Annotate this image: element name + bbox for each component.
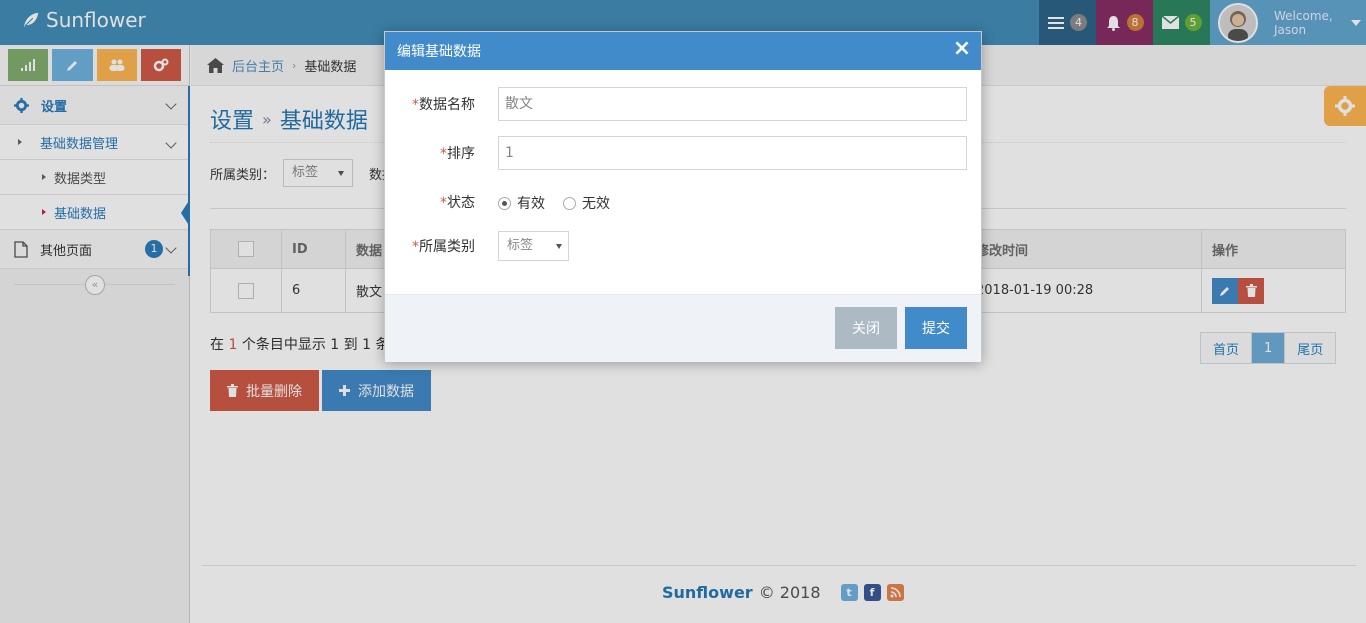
required-mark: * bbox=[412, 239, 419, 255]
category-select-value: 标签 bbox=[507, 238, 534, 253]
form-row-category: *所属类别 标签 bbox=[385, 231, 983, 261]
form-row-status: *状态 有效 无效 bbox=[385, 191, 983, 213]
form-row-name: *数据名称 散文 bbox=[385, 87, 983, 121]
status-invalid-label[interactable]: 无效 bbox=[582, 193, 610, 213]
required-mark: * bbox=[440, 146, 447, 162]
close-icon[interactable]: × bbox=[951, 38, 973, 60]
order-field[interactable]: 1 bbox=[498, 136, 967, 170]
caret-down-icon bbox=[556, 244, 562, 249]
close-button[interactable]: 关闭 bbox=[835, 307, 897, 349]
status-label: 状态 bbox=[447, 195, 475, 211]
edit-basic-data-modal: 编辑基础数据 × *数据名称 散文 *排序 1 *状态 有效 无效 *所属类别 … bbox=[384, 31, 982, 362]
status-valid-radio[interactable] bbox=[498, 196, 511, 210]
modal-footer: 关闭 提交 bbox=[385, 294, 981, 362]
required-mark: * bbox=[440, 195, 447, 211]
order-label: 排序 bbox=[447, 146, 475, 162]
form-row-order: *排序 1 bbox=[385, 136, 983, 170]
category-select[interactable]: 标签 bbox=[498, 231, 569, 261]
status-valid-label[interactable]: 有效 bbox=[517, 193, 545, 213]
submit-button[interactable]: 提交 bbox=[905, 307, 967, 349]
status-invalid-radio[interactable] bbox=[563, 196, 576, 210]
name-field[interactable]: 散文 bbox=[498, 87, 967, 121]
modal-header: 编辑基础数据 × bbox=[385, 32, 981, 70]
category-label: 所属类别 bbox=[419, 239, 475, 255]
name-label: 数据名称 bbox=[419, 97, 475, 113]
required-mark: * bbox=[412, 97, 419, 113]
modal-title: 编辑基础数据 bbox=[397, 44, 481, 60]
